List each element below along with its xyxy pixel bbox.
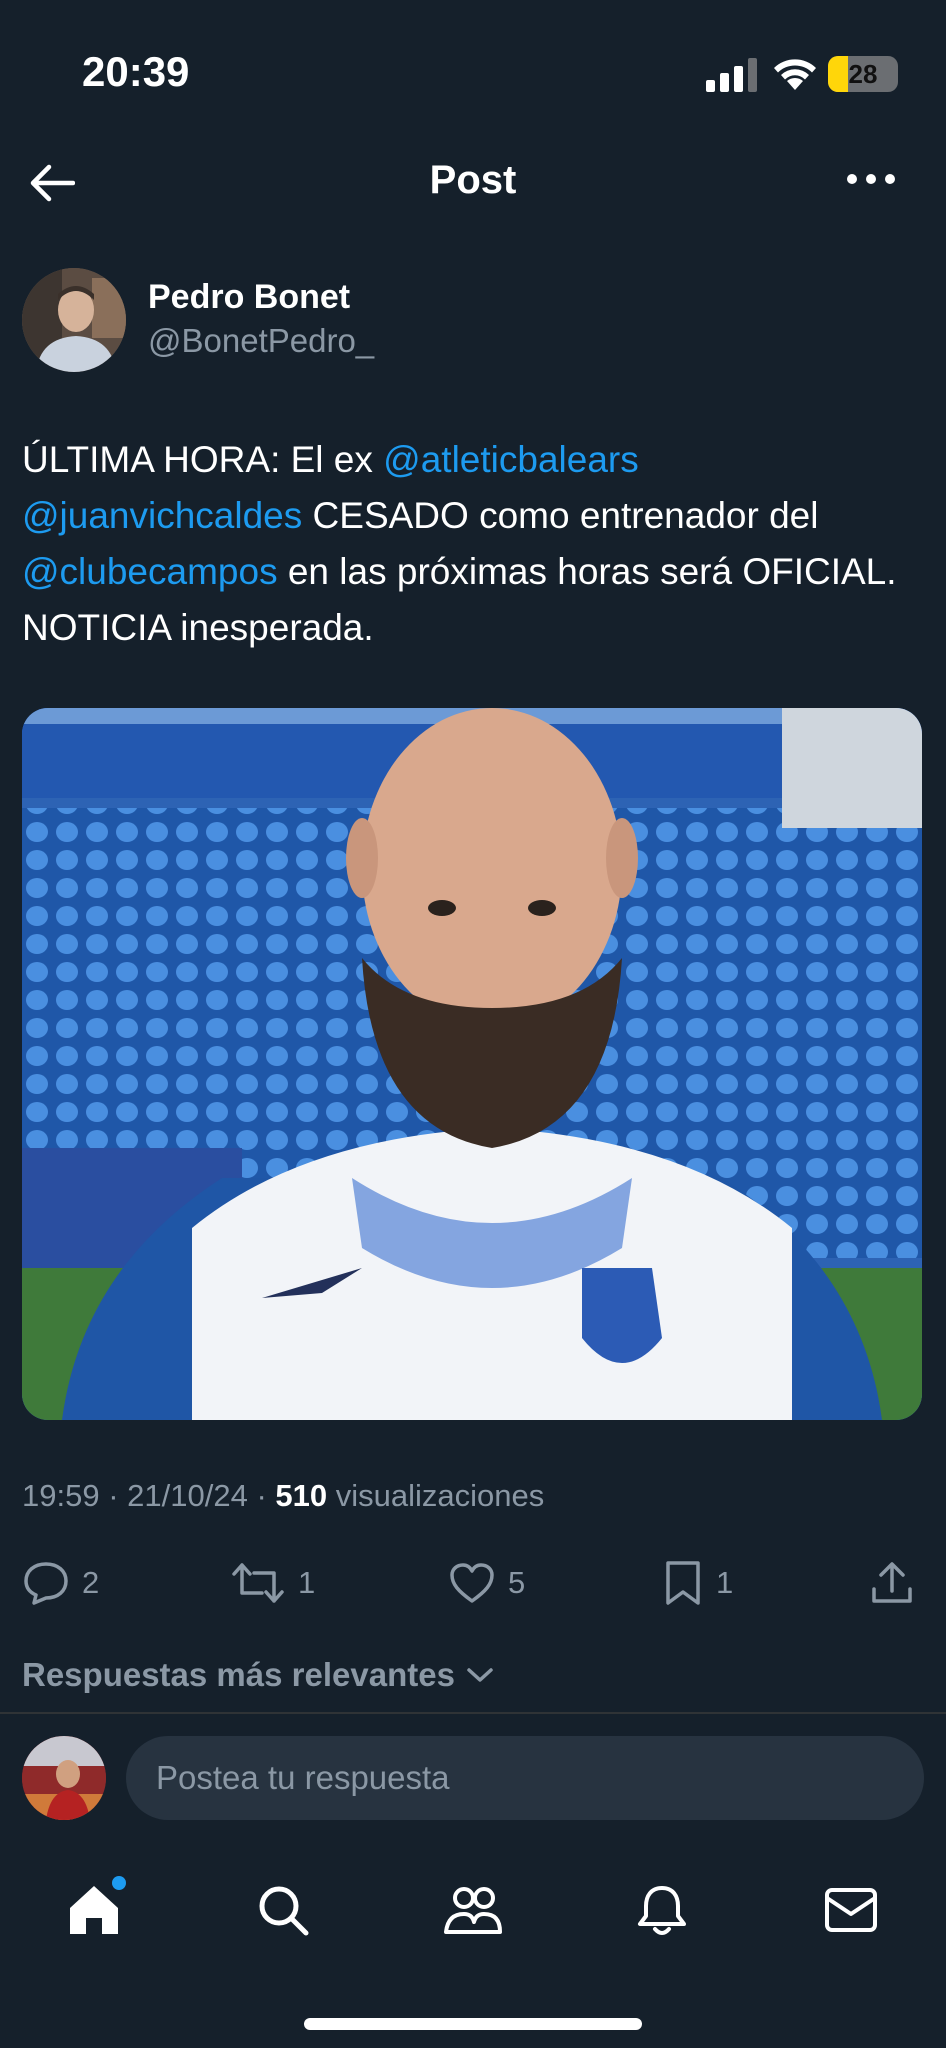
post-text: ÚLTIMA HORA: El ex @atleticbalears @juan… (22, 432, 922, 656)
coach-photo (22, 708, 922, 1420)
post-meta: 19:59 · 21/10/24 · 510 visualizaciones (22, 1478, 544, 1514)
repost-icon (232, 1563, 284, 1603)
home-icon (70, 1886, 118, 1934)
reply-composer: Postea tu respuesta (0, 1714, 946, 1838)
home-notification-dot (112, 1876, 126, 1890)
author-handle[interactable]: @BonetPedro_ (148, 322, 374, 360)
wifi-icon (774, 59, 816, 90)
reply-count: 2 (82, 1565, 100, 1600)
nav-messages[interactable] (811, 1870, 891, 1950)
views-count: 510 (275, 1478, 328, 1513)
cellular-signal-icon (706, 58, 757, 92)
reply-button[interactable]: 2 (22, 1548, 99, 1618)
battery-indicator: 28 (828, 56, 898, 92)
post-actions: 2 1 5 1 (0, 1548, 946, 1618)
heart-icon (450, 1563, 494, 1603)
post-text-segment: CESADO como entrenador del (302, 495, 819, 536)
communities-icon (444, 1887, 502, 1934)
more-horizontal-icon (847, 174, 895, 184)
battery-percent: 28 (848, 59, 878, 89)
mention-link[interactable]: @atleticbalears (383, 439, 639, 480)
mail-icon (825, 1888, 877, 1932)
reply-icon (24, 1562, 68, 1605)
home-indicator (304, 2018, 642, 2030)
post-time: 19:59 (22, 1478, 100, 1513)
bookmark-count: 1 (716, 1565, 734, 1600)
status-bar: 20:39 28 (0, 0, 946, 150)
mention-link[interactable]: @juanvichcaldes (22, 495, 302, 536)
bottom-navigation (0, 1838, 946, 2048)
share-icon (872, 1562, 912, 1603)
bookmark-icon (666, 1561, 700, 1605)
post-author: Pedro Bonet @BonetPedro_ (22, 268, 922, 378)
status-time: 20:39 (82, 48, 190, 95)
author-name[interactable]: Pedro Bonet (148, 278, 350, 317)
more-options-button[interactable] (836, 154, 906, 204)
bell-icon (638, 1886, 686, 1935)
mention-link[interactable]: @clubecampos (22, 551, 278, 592)
author-avatar[interactable] (22, 268, 126, 372)
replies-sort-label: Respuestas más relevantes (22, 1656, 455, 1693)
reply-input[interactable]: Postea tu respuesta (126, 1736, 924, 1820)
chevron-down-icon (467, 1668, 493, 1682)
post-text-segment: ÚLTIMA HORA: El ex (22, 439, 384, 480)
repost-button[interactable]: 1 (230, 1548, 315, 1618)
views-label: visualizaciones (335, 1478, 545, 1513)
author-photo (22, 268, 126, 372)
nav-communities[interactable] (433, 1870, 513, 1950)
post-date: 21/10/24 (127, 1478, 248, 1513)
like-button[interactable]: 5 (448, 1548, 525, 1618)
user-avatar[interactable] (22, 1736, 106, 1820)
meta-separator: · (108, 1478, 119, 1513)
post-image[interactable] (22, 708, 922, 1420)
nav-notifications[interactable] (622, 1870, 702, 1950)
repost-count: 1 (298, 1565, 316, 1600)
search-icon (259, 1886, 309, 1936)
top-bar: Post (0, 140, 946, 226)
meta-separator: · (256, 1478, 267, 1513)
like-count: 5 (508, 1565, 526, 1600)
page-title: Post (429, 158, 517, 202)
nav-home[interactable] (54, 1870, 134, 1950)
share-button[interactable] (868, 1548, 916, 1618)
bookmark-button[interactable]: 1 (662, 1548, 733, 1618)
replies-sort-button[interactable]: Respuestas más relevantes (22, 1656, 495, 1694)
user-photo (22, 1736, 106, 1820)
nav-search[interactable] (243, 1870, 323, 1950)
